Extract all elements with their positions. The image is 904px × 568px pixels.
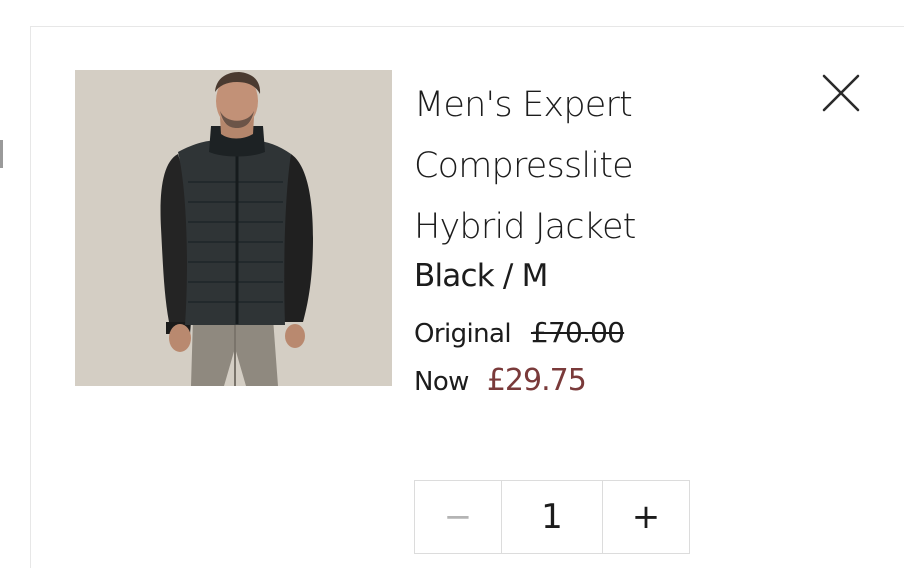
quantity-increment-button[interactable]: + <box>603 481 689 553</box>
backdrop-edge <box>0 140 3 168</box>
product-title[interactable]: Men's Expert Compresslite Hybrid Jacket <box>414 75 714 258</box>
quantity-value[interactable]: 1 <box>501 481 603 553</box>
sale-price-label: Now <box>414 367 469 397</box>
product-image[interactable] <box>75 70 392 386</box>
product-photo-illustration <box>75 70 392 386</box>
product-details: Men's Expert Compresslite Hybrid Jacket … <box>414 75 794 398</box>
close-icon <box>822 74 860 112</box>
original-price-value: £70.00 <box>530 316 625 349</box>
original-price-label: Original <box>414 319 512 349</box>
cart-drawer-page: Men's Expert Compresslite Hybrid Jacket … <box>0 0 904 568</box>
minus-icon: − <box>443 497 473 537</box>
sale-price-value: £29.75 <box>486 363 587 398</box>
cart-line-item: Men's Expert Compresslite Hybrid Jacket … <box>30 26 904 568</box>
quantity-stepper[interactable]: − 1 + <box>414 480 690 554</box>
close-button[interactable] <box>817 69 865 117</box>
product-variant: Black / M <box>414 258 548 294</box>
plus-icon: + <box>631 497 661 537</box>
sale-price-row: Now £29.75 <box>414 363 794 398</box>
quantity-decrement-button[interactable]: − <box>415 481 501 553</box>
original-price-row: Original £70.00 <box>414 316 794 349</box>
